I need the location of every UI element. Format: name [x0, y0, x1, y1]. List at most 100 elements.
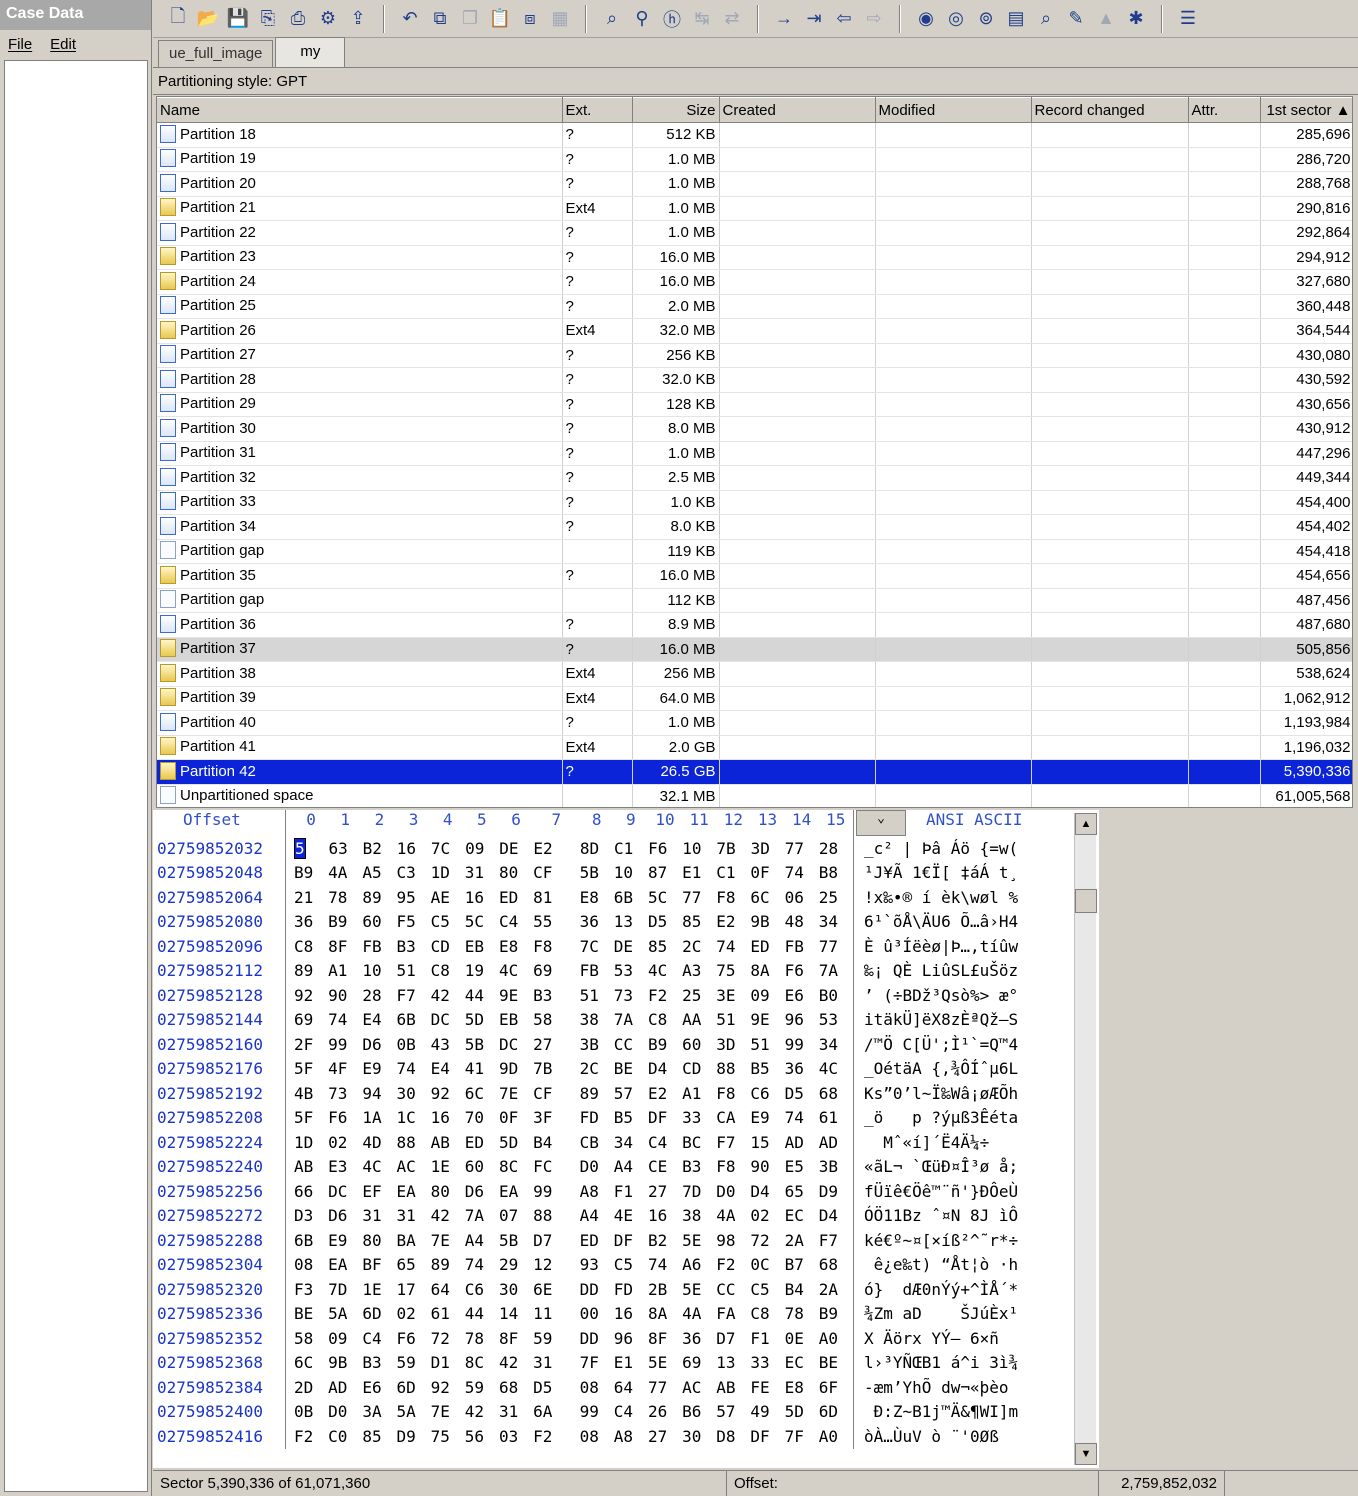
new-file-icon[interactable]: 🗋	[163, 4, 193, 34]
hex-ascii[interactable]: ké€º~¤[×íß²^˜r*÷	[854, 1228, 1069, 1253]
hex-byte[interactable]: ED	[580, 1231, 614, 1250]
hex-byte[interactable]: D4	[819, 1206, 853, 1225]
hex-byte[interactable]: CD	[682, 1059, 716, 1078]
hex-byte[interactable]: 3D	[716, 1035, 750, 1054]
hex-byte[interactable]: F5	[396, 912, 430, 931]
hex-byte[interactable]: 51	[716, 1010, 750, 1029]
hex-byte[interactable]: 77	[682, 888, 716, 907]
hex-byte[interactable]: 31	[396, 1206, 430, 1225]
hex-byte[interactable]: EB	[465, 937, 499, 956]
hex-ascii[interactable]: ‰¡ QÈ LiûSL£uŠöz	[854, 959, 1069, 984]
hex-byte[interactable]: D9	[396, 1427, 430, 1446]
hex-byte[interactable]: 49	[750, 1402, 784, 1421]
hex-byte[interactable]: C4	[648, 1133, 682, 1152]
hex-byte[interactable]: 59	[533, 1329, 580, 1348]
hex-byte[interactable]: B8	[819, 863, 853, 882]
case-tree[interactable]	[4, 60, 148, 1492]
hex-byte[interactable]: 58	[533, 1010, 580, 1029]
table-row[interactable]: Partition 24? 16.0 MB 327,680	[157, 269, 1352, 295]
hex-byte[interactable]: DF	[614, 1231, 648, 1250]
hex-byte[interactable]: 31	[362, 1206, 396, 1225]
hex-byte[interactable]: 60	[682, 1035, 716, 1054]
table-row[interactable]: Partition gap 119 KB 454,418	[157, 539, 1352, 564]
hex-byte[interactable]: C1	[716, 863, 750, 882]
hex-byte[interactable]: E4	[431, 1059, 465, 1078]
hex-byte[interactable]: DD	[580, 1329, 614, 1348]
search-icon[interactable]: ⌕	[1031, 4, 1061, 34]
hex-byte[interactable]: C4	[499, 912, 533, 931]
hex-byte[interactable]: CD	[431, 937, 465, 956]
chart-icon[interactable]: ▲	[1091, 4, 1121, 34]
hex-byte[interactable]: 08	[580, 1427, 614, 1446]
hex-byte[interactable]: 66	[294, 1182, 328, 1201]
hex-byte[interactable]: E6	[785, 986, 819, 1005]
hex-byte[interactable]: 65	[785, 1182, 819, 1201]
hex-byte[interactable]: 63	[329, 839, 363, 858]
hex-byte[interactable]: 28	[362, 986, 396, 1005]
hex-byte[interactable]: 42	[465, 1402, 499, 1421]
hex-ascii[interactable]: l›³YÑŒB1 á^i 3ì¾	[854, 1351, 1069, 1376]
hex-byte[interactable]: D6	[465, 1182, 499, 1201]
hex-byte[interactable]: D5	[533, 1378, 580, 1397]
col-ext[interactable]: Ext.	[562, 97, 633, 123]
hex-byte[interactable]: 42	[431, 986, 465, 1005]
hex-byte[interactable]: ED	[465, 1133, 499, 1152]
table-row[interactable]: Partition 38 Ext4 256 MB 538,624	[157, 661, 1352, 687]
hex-byte[interactable]: 43	[431, 1035, 465, 1054]
table-row[interactable]: Partition 39 Ext4 64.0 MB 1,062,912	[157, 686, 1352, 711]
hex-byte[interactable]: F2	[716, 1255, 750, 1274]
hex-byte[interactable]: 94	[362, 1084, 396, 1103]
hex-byte[interactable]: 96	[785, 1010, 819, 1029]
col-size[interactable]: Size	[632, 97, 720, 123]
hex-byte[interactable]: 51	[396, 961, 430, 980]
hex-byte[interactable]: 74	[328, 1010, 362, 1029]
hex-byte[interactable]: BF	[362, 1255, 396, 1274]
hex-byte[interactable]: C1	[614, 839, 648, 858]
hex-byte[interactable]: 7C	[580, 937, 614, 956]
table-row[interactable]: Partition 41 Ext4 2.0 GB 1,196,032	[157, 735, 1352, 760]
hex-byte[interactable]: 9E	[499, 986, 533, 1005]
hex-byte[interactable]: 68	[819, 1255, 853, 1274]
copy-special-icon[interactable]: ❐	[455, 4, 485, 34]
hex-byte[interactable]: 87	[648, 863, 682, 882]
hex-byte[interactable]: B5	[750, 1059, 784, 1078]
table-row[interactable]: Partition 34? 8.0 KB 454,402	[157, 514, 1352, 540]
hex-byte[interactable]: DC	[431, 1010, 465, 1029]
scroll-up-icon[interactable]: ▲	[1075, 813, 1097, 835]
hex-byte[interactable]: 27	[648, 1427, 682, 1446]
hex-bytes[interactable]: 5F 4F E9 74 E4 41 9D 7B 2C BE D4 CD 88 B5 36 4C	[286, 1056, 854, 1081]
hex-byte[interactable]: 99	[785, 1035, 819, 1054]
hex-byte[interactable]: B2	[648, 1231, 682, 1250]
hex-byte[interactable]: 6E	[533, 1280, 580, 1299]
hex-byte[interactable]: D4	[648, 1059, 682, 1078]
hex-bytes[interactable]: 1D 02 4D 88 AB ED 5D B4 CB 34 C4 BC F7 15 AD AD	[286, 1130, 854, 1155]
hex-byte[interactable]: 8F	[648, 1329, 682, 1348]
hex-byte[interactable]: 6B	[614, 888, 648, 907]
hex-byte[interactable]: A4	[580, 1206, 614, 1225]
hex-byte[interactable]: A0	[819, 1427, 853, 1446]
hex-byte[interactable]: 7B	[716, 839, 750, 858]
hex-byte[interactable]: 6D	[396, 1378, 430, 1397]
table-row[interactable]: Partition 35? 16.0 MB 454,656	[157, 563, 1352, 589]
hex-byte[interactable]: E9	[328, 1231, 362, 1250]
hex-byte[interactable]: E2	[533, 839, 580, 858]
hex-byte[interactable]: 6C	[294, 1353, 328, 1372]
hex-byte[interactable]: 31	[465, 863, 499, 882]
hex-byte[interactable]: EF	[362, 1182, 396, 1201]
hex-byte[interactable]: 77	[648, 1378, 682, 1397]
hex-byte[interactable]: FC	[533, 1157, 580, 1176]
tools-icon[interactable]: ✎	[1061, 4, 1091, 34]
charset-dropdown-icon[interactable]: ⌄	[856, 810, 906, 836]
hex-byte[interactable]: 64	[614, 1378, 648, 1397]
hex-byte[interactable]: 25	[682, 986, 716, 1005]
hex-byte[interactable]: 98	[716, 1231, 750, 1250]
hex-ascii[interactable]: -­æm’YhÕ dw¬«þèo	[854, 1375, 1069, 1400]
hex-byte[interactable]: 7A	[614, 1010, 648, 1029]
hex-byte[interactable]: 4C	[648, 961, 682, 980]
hex-byte[interactable]: 80	[431, 1182, 465, 1201]
hex-byte[interactable]: 1A	[362, 1108, 396, 1127]
hex-byte[interactable]: 44	[465, 1304, 499, 1323]
hex-bytes[interactable]: 4B 73 94 30 92 6C 7E CF 89 57 E2 A1 F8 C6 D5 68	[286, 1081, 854, 1106]
hex-byte[interactable]: 10	[362, 961, 396, 980]
hex-byte[interactable]: 16	[465, 888, 499, 907]
